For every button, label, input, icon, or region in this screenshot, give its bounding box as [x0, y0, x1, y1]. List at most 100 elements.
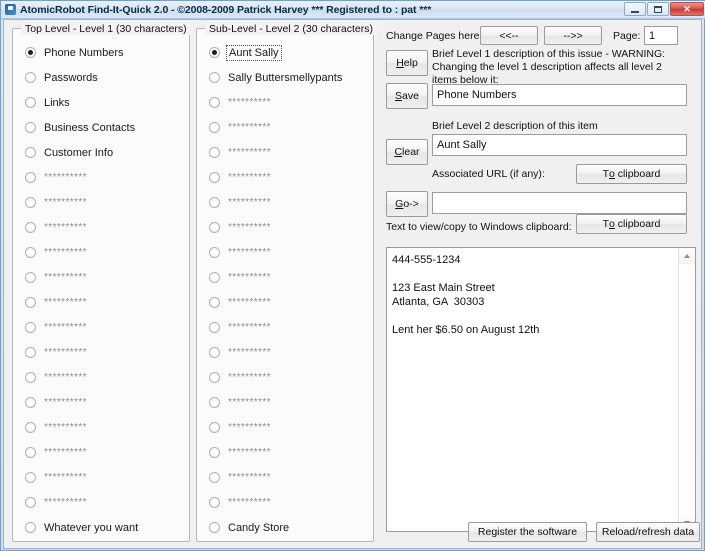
level2-item[interactable]: **********	[197, 340, 373, 365]
level2-item[interactable]: **********	[197, 165, 373, 190]
radio-icon[interactable]	[25, 222, 36, 233]
radio-icon[interactable]	[209, 197, 220, 208]
radio-icon[interactable]	[209, 172, 220, 183]
clear-button[interactable]: Clear	[386, 139, 428, 165]
level1-item[interactable]: Phone Numbers	[13, 40, 189, 65]
radio-icon[interactable]	[209, 122, 220, 133]
radio-icon[interactable]	[25, 322, 36, 333]
radio-icon[interactable]	[209, 272, 220, 283]
radio-icon[interactable]	[25, 97, 36, 108]
radio-icon[interactable]	[209, 72, 220, 83]
level1-item[interactable]: **********	[13, 240, 189, 265]
radio-icon[interactable]	[25, 72, 36, 83]
level2-item[interactable]: **********	[197, 315, 373, 340]
level2-item[interactable]: **********	[197, 265, 373, 290]
radio-icon[interactable]	[25, 397, 36, 408]
help-button[interactable]: Help	[386, 50, 428, 76]
level2-item[interactable]: **********	[197, 290, 373, 315]
radio-icon[interactable]	[209, 47, 220, 58]
radio-icon[interactable]	[209, 222, 220, 233]
level2-item[interactable]: **********	[197, 240, 373, 265]
close-button[interactable]: ✕	[670, 2, 704, 16]
radio-icon[interactable]	[209, 297, 220, 308]
radio-icon[interactable]	[209, 422, 220, 433]
radio-icon[interactable]	[25, 147, 36, 158]
level1-item[interactable]: **********	[13, 340, 189, 365]
radio-icon[interactable]	[25, 372, 36, 383]
radio-icon[interactable]	[209, 247, 220, 258]
radio-icon[interactable]	[25, 497, 36, 508]
radio-icon[interactable]	[209, 347, 220, 358]
level2-item[interactable]: **********	[197, 215, 373, 240]
radio-icon[interactable]	[209, 447, 220, 458]
level1-item[interactable]: Links	[13, 90, 189, 115]
prev-page-button[interactable]: <<--	[480, 26, 538, 45]
level1-item[interactable]: **********	[13, 315, 189, 340]
level2-item[interactable]: **********	[197, 415, 373, 440]
level1-description-input[interactable]	[432, 84, 687, 106]
radio-icon[interactable]	[25, 122, 36, 133]
level1-item[interactable]: Passwords	[13, 65, 189, 90]
level2-item[interactable]: Aunt Sally	[197, 40, 373, 65]
radio-icon[interactable]	[209, 322, 220, 333]
level1-item[interactable]: **********	[13, 290, 189, 315]
radio-icon[interactable]	[25, 272, 36, 283]
level2-item[interactable]: **********	[197, 490, 373, 515]
level1-radio-list[interactable]: Phone Numbers Passwords Links Business Cont…	[13, 40, 189, 540]
go-button[interactable]: Go->	[386, 191, 428, 217]
save-button[interactable]: Save	[386, 83, 428, 109]
scroll-up-button[interactable]	[679, 248, 695, 264]
level2-item[interactable]: **********	[197, 115, 373, 140]
radio-icon[interactable]	[209, 147, 220, 158]
level1-item[interactable]: **********	[13, 415, 189, 440]
radio-icon[interactable]	[209, 497, 220, 508]
level1-item[interactable]: **********	[13, 390, 189, 415]
radio-icon[interactable]	[25, 347, 36, 358]
radio-icon[interactable]	[25, 472, 36, 483]
radio-icon[interactable]	[25, 297, 36, 308]
level2-item[interactable]: **********	[197, 440, 373, 465]
bigtext-textarea[interactable]	[387, 248, 679, 531]
radio-icon[interactable]	[25, 422, 36, 433]
level2-radio-list[interactable]: Aunt Sally Sally Buttersmellypants *******…	[197, 40, 373, 540]
level2-item[interactable]: **********	[197, 90, 373, 115]
next-page-button[interactable]: -->>	[544, 26, 602, 45]
page-input[interactable]	[644, 26, 678, 45]
minimize-button[interactable]	[624, 2, 646, 16]
maximize-button[interactable]	[647, 2, 669, 16]
radio-icon[interactable]	[209, 397, 220, 408]
level1-item[interactable]: Customer Info	[13, 140, 189, 165]
level1-item[interactable]: **********	[13, 190, 189, 215]
level2-item[interactable]: **********	[197, 390, 373, 415]
level2-item[interactable]: **********	[197, 190, 373, 215]
radio-icon[interactable]	[25, 172, 36, 183]
radio-icon[interactable]	[209, 472, 220, 483]
level1-item[interactable]: **********	[13, 265, 189, 290]
bigtext-to-clipboard-button[interactable]: To clipboard	[576, 214, 687, 234]
level2-description-input[interactable]	[432, 134, 687, 156]
level2-item[interactable]: Sally Buttersmellypants	[197, 65, 373, 90]
radio-icon[interactable]	[25, 47, 36, 58]
level1-item[interactable]: **********	[13, 165, 189, 190]
radio-icon[interactable]	[25, 197, 36, 208]
bigtext-scrollbar[interactable]	[678, 248, 695, 531]
level1-item[interactable]: **********	[13, 215, 189, 240]
radio-icon[interactable]	[25, 447, 36, 458]
level1-item[interactable]: **********	[13, 490, 189, 515]
url-to-clipboard-button[interactable]: To clipboard	[576, 164, 687, 184]
level2-item[interactable]: **********	[197, 465, 373, 490]
register-software-button[interactable]: Register the software	[468, 522, 587, 542]
level2-item[interactable]: **********	[197, 365, 373, 390]
level1-item[interactable]: **********	[13, 365, 189, 390]
radio-icon[interactable]	[209, 97, 220, 108]
reload-refresh-button[interactable]: Reload/refresh data	[596, 522, 700, 542]
level1-item[interactable]: Business Contacts	[13, 115, 189, 140]
radio-icon[interactable]	[25, 247, 36, 258]
level1-item[interactable]: **********	[13, 465, 189, 490]
level1-item[interactable]: **********	[13, 440, 189, 465]
url-input[interactable]	[432, 192, 687, 214]
title-bar: AtomicRobot Find-It-Quick 2.0 - ©2008-20…	[1, 1, 705, 19]
radio-icon[interactable]	[209, 372, 220, 383]
level2-item[interactable]: **********	[197, 140, 373, 165]
level1-item-label: **********	[44, 496, 87, 508]
